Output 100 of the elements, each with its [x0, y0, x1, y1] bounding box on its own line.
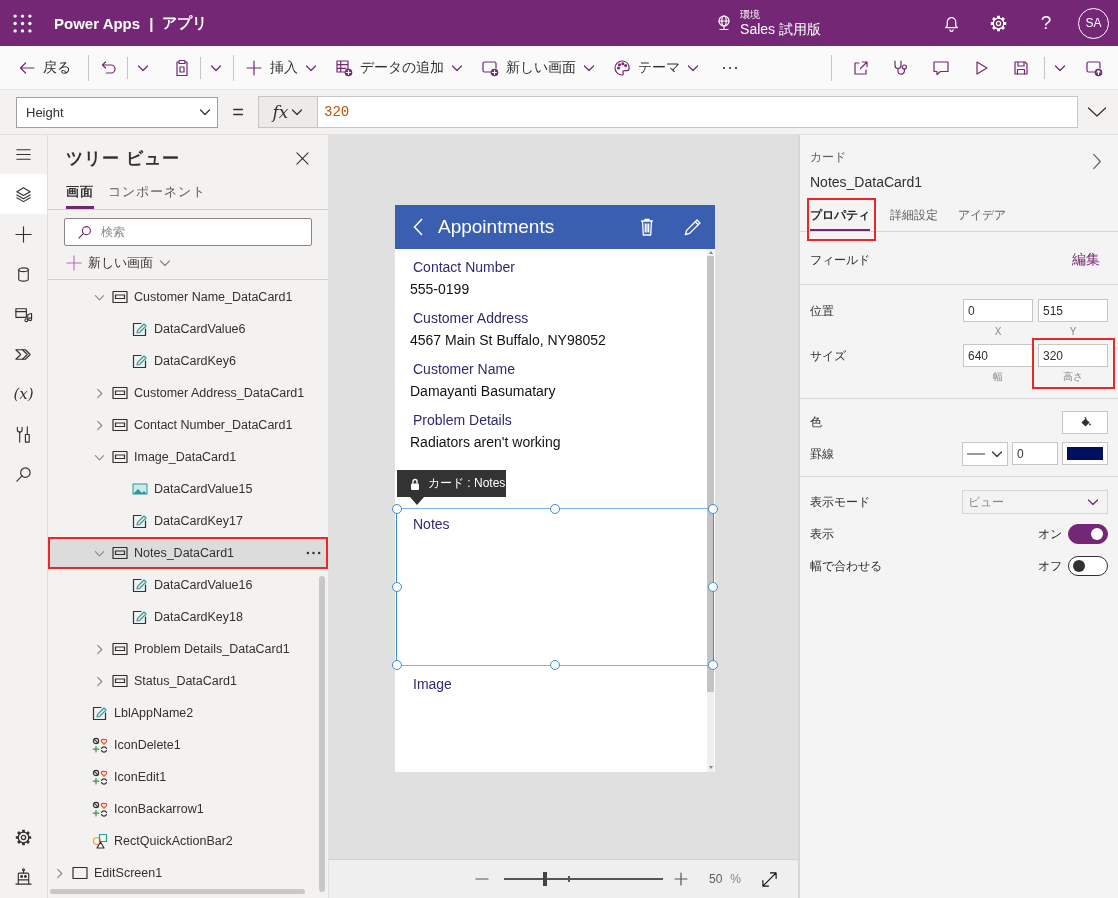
- publish-icon[interactable]: [1085, 58, 1103, 77]
- resize-handle[interactable]: [550, 504, 560, 514]
- tree-item[interactable]: IconBackarrow1: [48, 793, 328, 825]
- add-data-menu-button[interactable]: データの追加: [329, 51, 469, 84]
- input-caption: 幅: [993, 370, 1003, 383]
- new-screen-menu-button[interactable]: 新しい画面: [475, 51, 601, 84]
- tooltip-text: カード : Notes: [428, 475, 506, 492]
- tree-item[interactable]: Contact Number_DataCard1: [48, 409, 328, 441]
- field-label: Problem Details: [413, 411, 512, 429]
- plus-icon: [14, 224, 33, 244]
- edit-link[interactable]: 編集: [1072, 251, 1100, 269]
- chevron-down-icon[interactable]: [1087, 106, 1107, 118]
- paint-bucket-icon: [1078, 415, 1092, 429]
- scrollbar-thumb[interactable]: [319, 576, 325, 892]
- tree-item[interactable]: IconDelete1: [48, 729, 328, 761]
- settings-icon[interactable]: [14, 828, 33, 847]
- tree-item[interactable]: LblAppName2: [48, 697, 328, 729]
- plus-icon: [245, 58, 263, 77]
- border-width-input[interactable]: 0: [1012, 442, 1058, 465]
- scrollbar-thumb[interactable]: [707, 256, 714, 692]
- app-launcher-icon[interactable]: [13, 13, 32, 33]
- search-field[interactable]: 検索: [64, 218, 312, 246]
- toggle-switch[interactable]: [1068, 524, 1108, 544]
- panel-tab[interactable]: コンポーネント: [108, 181, 206, 209]
- close-icon[interactable]: [296, 151, 309, 165]
- toggle-switch[interactable]: [1068, 556, 1108, 576]
- tree-item[interactable]: Customer Address_DataCard1: [48, 377, 328, 409]
- variables-tab[interactable]: (x): [0, 374, 47, 414]
- trash-icon[interactable]: [640, 218, 654, 236]
- screen-title: Appointments: [438, 216, 555, 238]
- chevron-down-icon: [199, 106, 211, 118]
- field-label: Customer Name: [413, 360, 515, 378]
- tree-item[interactable]: DataCardValue6: [48, 313, 328, 345]
- back-button[interactable]: 戻る: [12, 51, 77, 84]
- expand-icon[interactable]: [761, 870, 779, 888]
- number-input[interactable]: 0: [963, 299, 1033, 322]
- comment-icon[interactable]: [932, 58, 950, 77]
- properties-tab[interactable]: アイデア: [958, 204, 1006, 231]
- field-value: Radiators aren't working: [410, 433, 561, 451]
- panel-tab[interactable]: 画面: [66, 181, 94, 209]
- help-button[interactable]: ?: [1039, 12, 1053, 34]
- resize-handle[interactable]: [392, 582, 402, 592]
- palette-icon: [613, 58, 631, 77]
- number-input[interactable]: 320: [1038, 344, 1108, 367]
- zoom-unit: %: [730, 872, 742, 886]
- number-input[interactable]: 640: [963, 344, 1033, 367]
- property-label: フィールド: [810, 251, 870, 269]
- tree-item[interactable]: DataCardKey6: [48, 345, 328, 377]
- screen-icon: [72, 865, 88, 881]
- tree-item[interactable]: DataCardValue16: [48, 569, 328, 601]
- share-icon[interactable]: [852, 58, 870, 77]
- properties-tab[interactable]: プロパティ: [810, 204, 870, 231]
- resize-handle[interactable]: [392, 504, 402, 514]
- pencil-box-icon: [132, 321, 148, 337]
- formula-input[interactable]: 320: [318, 96, 1078, 128]
- tree-item[interactable]: Status_DataCard1: [48, 665, 328, 697]
- function-button[interactable]: fx: [258, 96, 318, 128]
- plus-icon[interactable]: [674, 872, 688, 886]
- more-icon[interactable]: [306, 551, 321, 555]
- title-separator: |: [149, 14, 154, 32]
- resize-handle[interactable]: [550, 660, 560, 670]
- fill-color-button[interactable]: [1062, 410, 1108, 434]
- chevron-left-icon[interactable]: [413, 218, 423, 236]
- tree-item[interactable]: Customer Name_DataCard1: [48, 281, 328, 313]
- robot-icon[interactable]: [14, 867, 33, 886]
- field-value: 555-0199: [410, 280, 470, 298]
- tree-item[interactable]: DataCardKey17: [48, 505, 328, 537]
- chevron-down-icon: [159, 257, 171, 269]
- stethoscope-icon[interactable]: [892, 58, 910, 77]
- undo-icon[interactable]: [100, 58, 118, 77]
- property-dropdown[interactable]: Height: [16, 96, 218, 128]
- tree-item[interactable]: RectQuickActionBar2: [48, 825, 328, 857]
- card-icon: [112, 641, 128, 657]
- tree-item[interactable]: DataCardKey18: [48, 601, 328, 633]
- environment-button[interactable]: 環境 Sales 試用版: [715, 8, 821, 38]
- pencil-box-icon: [132, 577, 148, 593]
- border-style-dropdown[interactable]: [962, 442, 1008, 466]
- new-screen-button[interactable]: 新しい画面: [66, 251, 171, 275]
- tree-item[interactable]: Notes_DataCard1: [48, 537, 328, 569]
- tree-item[interactable]: DataCardValue15: [48, 473, 328, 505]
- theme-menu-button[interactable]: テーマ: [607, 51, 705, 84]
- tree-item[interactable]: EditScreen1: [48, 857, 328, 889]
- zoom-slider-thumb[interactable]: [543, 872, 548, 886]
- icon-set-icon: [92, 769, 108, 785]
- tree-item[interactable]: IconEdit1: [48, 761, 328, 793]
- pencil-icon[interactable]: [684, 218, 702, 236]
- number-input[interactable]: 515: [1038, 299, 1108, 322]
- resize-handle[interactable]: [392, 660, 402, 670]
- tree-item[interactable]: Image_DataCard1: [48, 441, 328, 473]
- save-icon[interactable]: [1012, 58, 1030, 77]
- tree-view-tab[interactable]: [0, 174, 47, 214]
- insert-menu-button[interactable]: 挿入: [239, 51, 323, 84]
- chevron-right-icon[interactable]: [1092, 152, 1102, 170]
- table-add-icon: [335, 58, 353, 77]
- properties-tab[interactable]: 詳細設定: [890, 204, 938, 231]
- clipboard-icon[interactable]: [173, 58, 191, 77]
- border-color-button[interactable]: [1062, 442, 1108, 465]
- scrollbar-thumb[interactable]: [50, 889, 305, 894]
- tree-item[interactable]: Problem Details_DataCard1: [48, 633, 328, 665]
- chevron-down-icon: [291, 106, 304, 118]
